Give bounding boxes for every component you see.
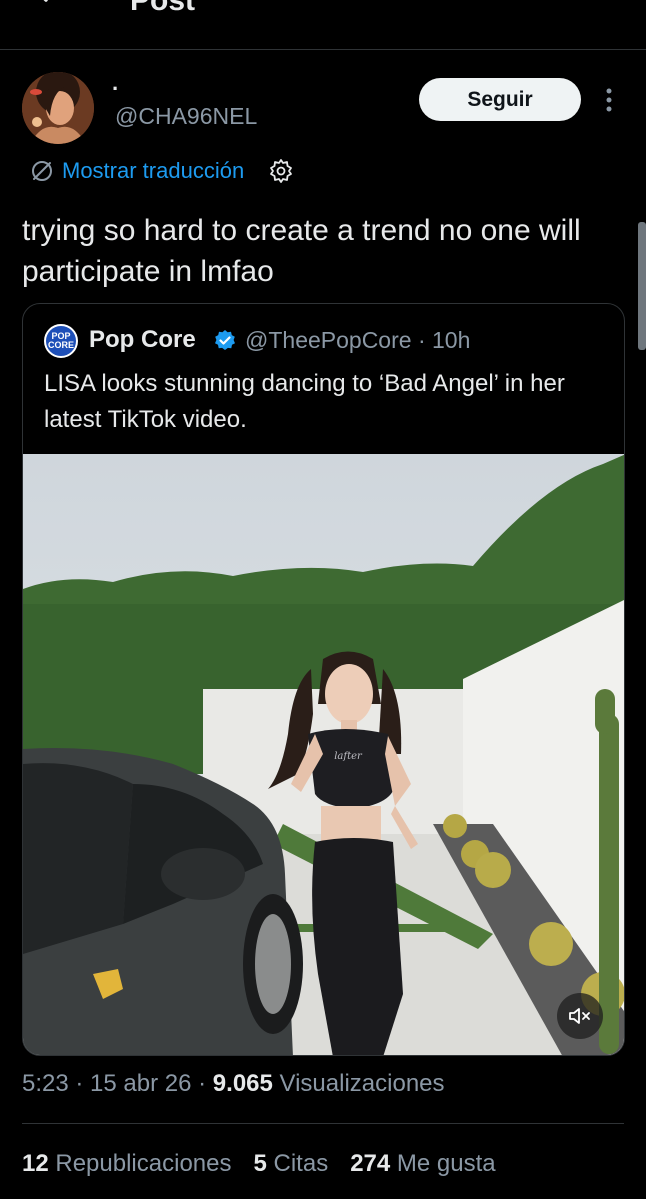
reposts-label: Republicaciones <box>48 1150 232 1177</box>
gear-icon[interactable] <box>268 158 294 184</box>
show-translation-link[interactable]: Mostrar traducción <box>62 158 244 184</box>
page-title: Post <box>130 0 196 17</box>
post-meta: 5:23 · 15 abr 26 · 9.065 Visualizaciones <box>22 1070 445 1098</box>
post-stats: 12 Republicaciones 5 Citas 274 Me gusta <box>22 1150 496 1178</box>
verified-icon <box>215 330 235 350</box>
quoted-post[interactable]: POP CORE Pop Core @TheePopCore · 10h LIS… <box>22 303 625 1056</box>
scrollbar-thumb[interactable] <box>638 222 646 350</box>
translate-row[interactable]: Mostrar traducción <box>30 158 294 184</box>
mute-button[interactable] <box>557 993 603 1039</box>
avatar[interactable] <box>22 72 94 144</box>
more-vertical-icon[interactable] <box>601 86 617 116</box>
views-label: Visualizaciones <box>272 1070 445 1097</box>
quoted-display-name[interactable]: Pop Core <box>89 326 196 354</box>
reposts-count: 12 <box>22 1150 49 1177</box>
post-time[interactable]: 5:23 <box>22 1070 69 1097</box>
tweet-text: trying so hard to create a trend no one … <box>22 214 581 288</box>
likes-label: Me gusta <box>390 1150 496 1177</box>
views-count: 9.065 <box>212 1070 273 1097</box>
quoted-avatar[interactable]: POP CORE <box>44 324 78 358</box>
meta-separator: · <box>68 1070 91 1097</box>
post-date[interactable]: 15 abr 26 <box>90 1070 191 1097</box>
quotes-label: Citas <box>266 1150 329 1177</box>
author-handle[interactable]: @CHA96NEL <box>115 103 257 130</box>
video-frame: lafter <box>23 454 624 1055</box>
quoted-handle-time[interactable]: @TheePopCore · 10h <box>245 327 470 354</box>
translate-icon <box>32 161 52 181</box>
quoted-text: LISA looks stunning dancing to ‘Bad Ange… <box>44 370 565 433</box>
top-bar: Post <box>0 0 646 50</box>
likes-stat[interactable]: 274 Me gusta <box>350 1150 495 1178</box>
reposts-stat[interactable]: 12 Republicaciones <box>22 1150 231 1178</box>
meta-separator: · <box>191 1070 213 1097</box>
mute-icon <box>569 1008 590 1024</box>
display-name[interactable]: · <box>112 76 119 102</box>
quotes-stat[interactable]: 5 Citas <box>253 1150 328 1178</box>
back-arrow-icon[interactable] <box>30 0 70 16</box>
video-player[interactable]: lafter <box>23 454 624 1055</box>
shirt-text: lafter <box>334 751 363 762</box>
likes-count: 274 <box>350 1150 391 1177</box>
quotes-count: 5 <box>253 1150 267 1177</box>
divider <box>22 1123 624 1124</box>
follow-button[interactable]: Seguir <box>419 78 581 121</box>
